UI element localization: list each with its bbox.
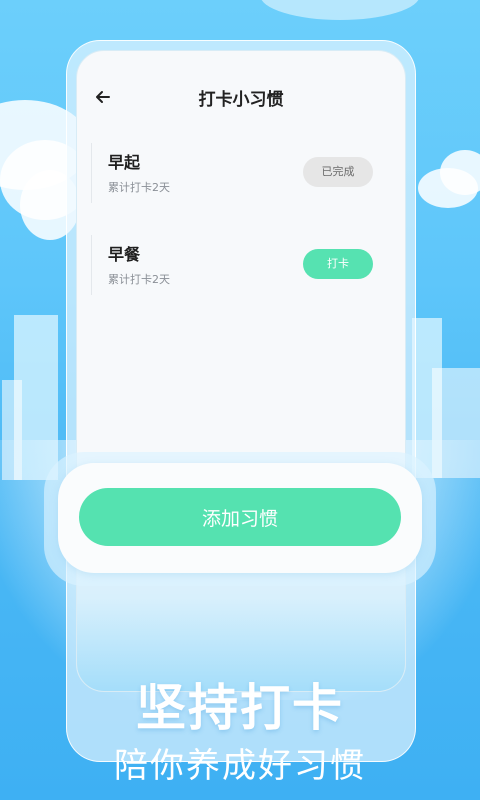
cloud-shape [260, 0, 420, 20]
habit-name: 早起 [108, 153, 141, 172]
habit-item: 早餐 累计打卡2天 打卡 [91, 235, 391, 295]
check-in-button[interactable]: 打卡 [303, 249, 373, 279]
promo-subheadline: 陪你养成好习惯 [114, 746, 366, 786]
completed-button[interactable]: 已完成 [303, 157, 373, 187]
habit-item: 早起 累计打卡2天 已完成 [91, 143, 391, 203]
habit-streak: 累计打卡2天 [108, 181, 170, 194]
habit-streak: 累计打卡2天 [108, 273, 170, 286]
add-habit-button[interactable]: 添加习惯 [79, 488, 401, 546]
phone-screen: 打卡小习惯 早起 累计打卡2天 已完成 早餐 累计打卡2天 打卡 [76, 50, 406, 692]
top-nav-bar: 打卡小习惯 [77, 81, 405, 115]
page-title: 打卡小习惯 [198, 90, 284, 110]
promo-headline: 坚持打卡 [136, 679, 344, 737]
habit-name: 早餐 [108, 245, 141, 264]
